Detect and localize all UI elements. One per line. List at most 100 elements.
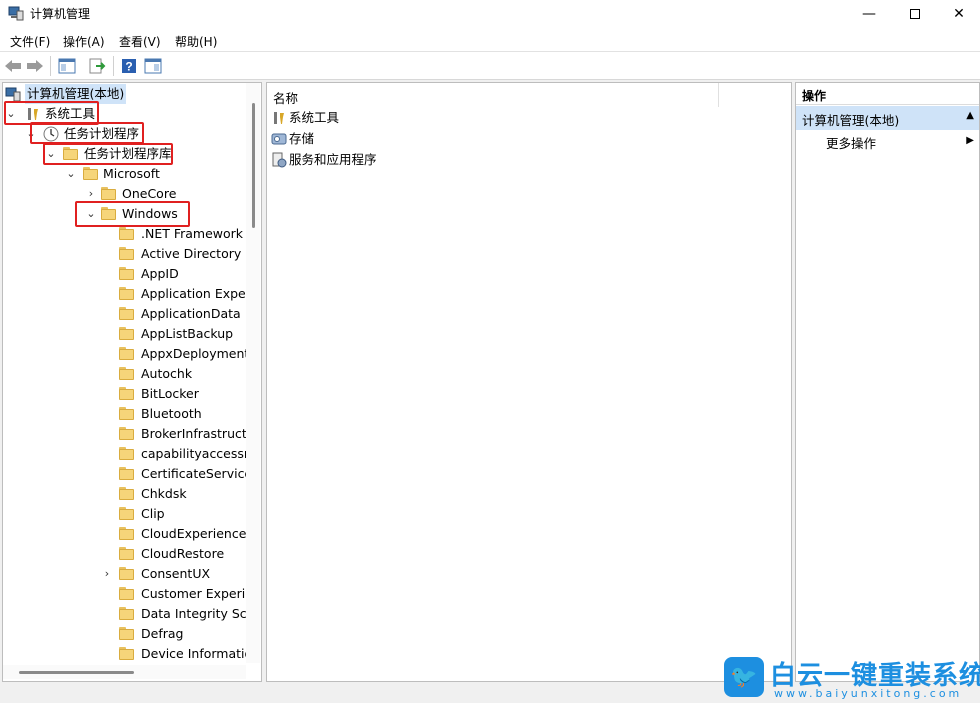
storage-icon: [271, 133, 287, 145]
tools-icon: [274, 112, 284, 124]
tree-label: Autochk: [141, 366, 193, 381]
menu-view[interactable]: 查看(V): [119, 33, 161, 50]
show-hide-console-tree-button[interactable]: [57, 56, 77, 76]
watermark-url: www.baiyunxitong.com: [774, 687, 963, 700]
folder-icon: [119, 547, 134, 560]
folder-icon: [119, 267, 134, 280]
menu-help[interactable]: 帮助(H): [175, 33, 217, 50]
computer-management-icon: [8, 6, 24, 21]
folder-icon: [119, 327, 134, 340]
list-item-label: 系统工具: [289, 110, 340, 125]
tree-label: AppxDeploymentC: [141, 346, 259, 361]
forward-button[interactable]: [25, 56, 45, 76]
folder-icon: [119, 487, 134, 500]
folder-icon: [119, 367, 134, 380]
folder-icon: [119, 407, 134, 420]
close-button[interactable]: ✕: [936, 0, 980, 28]
menu-action[interactable]: 操作(A): [63, 33, 105, 50]
folder-icon: [119, 647, 134, 660]
chevron-right-icon[interactable]: ›: [101, 564, 113, 584]
show-hide-action-pane-button[interactable]: [143, 56, 163, 76]
tree-label: CloudExperienceH: [141, 526, 256, 541]
maximize-button[interactable]: [892, 0, 938, 28]
folder-icon: [119, 507, 134, 520]
action-pane-icon: [144, 58, 162, 74]
more-actions-link[interactable]: 更多操作: [826, 133, 876, 152]
actions-pane: 操作 计算机管理(本地) ▲ 更多操作 ▶: [795, 82, 980, 682]
watermark-logo: 🐦 白云一键重装系统 www.baiyunxitong.com: [724, 655, 980, 701]
minimize-icon: —: [862, 6, 876, 22]
folder-icon: [119, 567, 134, 580]
bird-logo-icon: 🐦: [724, 657, 764, 697]
toolbar-separator: [113, 56, 114, 76]
highlight-box: [30, 122, 144, 144]
folder-icon: [119, 387, 134, 400]
scroll-thumb[interactable]: [19, 671, 134, 674]
folder-icon: [119, 427, 134, 440]
column-header-label: 名称: [273, 91, 299, 106]
console-tree-pane: 计算机管理(本地) ⌄ 系统工具 ⌄ 任务计划程序 ⌄ 任务计划程序库 ⌄ Mi…: [2, 82, 262, 682]
scroll-thumb[interactable]: [252, 103, 255, 228]
tree-label: ConsentUX: [141, 566, 211, 581]
menu-file[interactable]: 文件(F): [10, 33, 50, 50]
export-icon: [89, 58, 106, 74]
folder-icon: [119, 227, 134, 240]
close-icon: ✕: [953, 6, 965, 22]
folder-icon: [83, 167, 98, 180]
tree-label: BrokerInfrastructu: [141, 426, 255, 441]
column-header-name[interactable]: 名称: [267, 83, 719, 107]
back-arrow-icon: [5, 60, 21, 72]
actions-section-computer-management[interactable]: 计算机管理(本地) ▲: [796, 106, 979, 130]
folder-icon: [119, 447, 134, 460]
folder-icon: [119, 467, 134, 480]
services-icon: [272, 152, 287, 168]
vertical-scrollbar[interactable]: [246, 83, 260, 663]
tree-label: Application Exper: [141, 286, 251, 301]
tree-label: AppListBackup: [141, 326, 234, 341]
chevron-down-icon[interactable]: ⌄: [65, 164, 77, 184]
results-pane: 名称 系统工具 存储 服务和应用程序: [266, 82, 792, 682]
svg-text:?: ?: [125, 60, 132, 74]
computer-management-icon: [5, 87, 21, 102]
tree-label: AppID: [141, 266, 179, 281]
folder-icon: [119, 347, 134, 360]
highlight-box: [43, 143, 173, 165]
back-button[interactable]: [3, 56, 23, 76]
folder-icon: [119, 287, 134, 300]
folder-icon: [119, 627, 134, 640]
tree-label: BitLocker: [141, 386, 199, 401]
export-list-button[interactable]: [87, 56, 107, 76]
folder-icon: [119, 247, 134, 260]
tree-label: Customer Experie: [141, 586, 253, 601]
tree-label: Microsoft: [103, 166, 160, 181]
tree-label: Defrag: [141, 626, 184, 641]
menu-bar: 文件(F) 操作(A) 查看(V) 帮助(H): [0, 28, 980, 52]
tree-label: Data Integrity Sca: [141, 606, 255, 621]
folder-icon: [119, 307, 134, 320]
minimize-button[interactable]: —: [846, 0, 892, 28]
tree-label: Device Informatio: [141, 646, 253, 661]
tree-label: ApplicationData: [141, 306, 241, 321]
help-icon: ?: [122, 59, 136, 74]
collapse-up-icon[interactable]: ▲: [966, 110, 974, 121]
folder-icon: [119, 527, 134, 540]
list-item-label: 存储: [289, 131, 315, 146]
help-button[interactable]: ?: [119, 56, 139, 76]
window-title: 计算机管理: [30, 7, 91, 21]
maximize-icon: [910, 9, 920, 19]
folder-icon: [119, 607, 134, 620]
toolbar-separator: [50, 56, 51, 76]
list-item-label: 服务和应用程序: [289, 152, 377, 167]
tree-label: CloudRestore: [141, 546, 225, 561]
forward-arrow-icon: [27, 60, 43, 72]
submenu-arrow-icon: ▶: [966, 135, 974, 146]
tree-label: Clip: [141, 506, 165, 521]
tree-label: capabilityaccessm: [141, 446, 257, 461]
horizontal-scrollbar[interactable]: [3, 665, 246, 679]
actions-header: 操作: [796, 83, 979, 105]
tree-label: CertificateServices: [141, 466, 259, 481]
tree-label: Bluetooth: [141, 406, 202, 421]
tree-label: .NET Framework: [141, 226, 244, 241]
tree-label: Active Directory R: [141, 246, 254, 261]
toolbar: ?: [0, 52, 980, 80]
